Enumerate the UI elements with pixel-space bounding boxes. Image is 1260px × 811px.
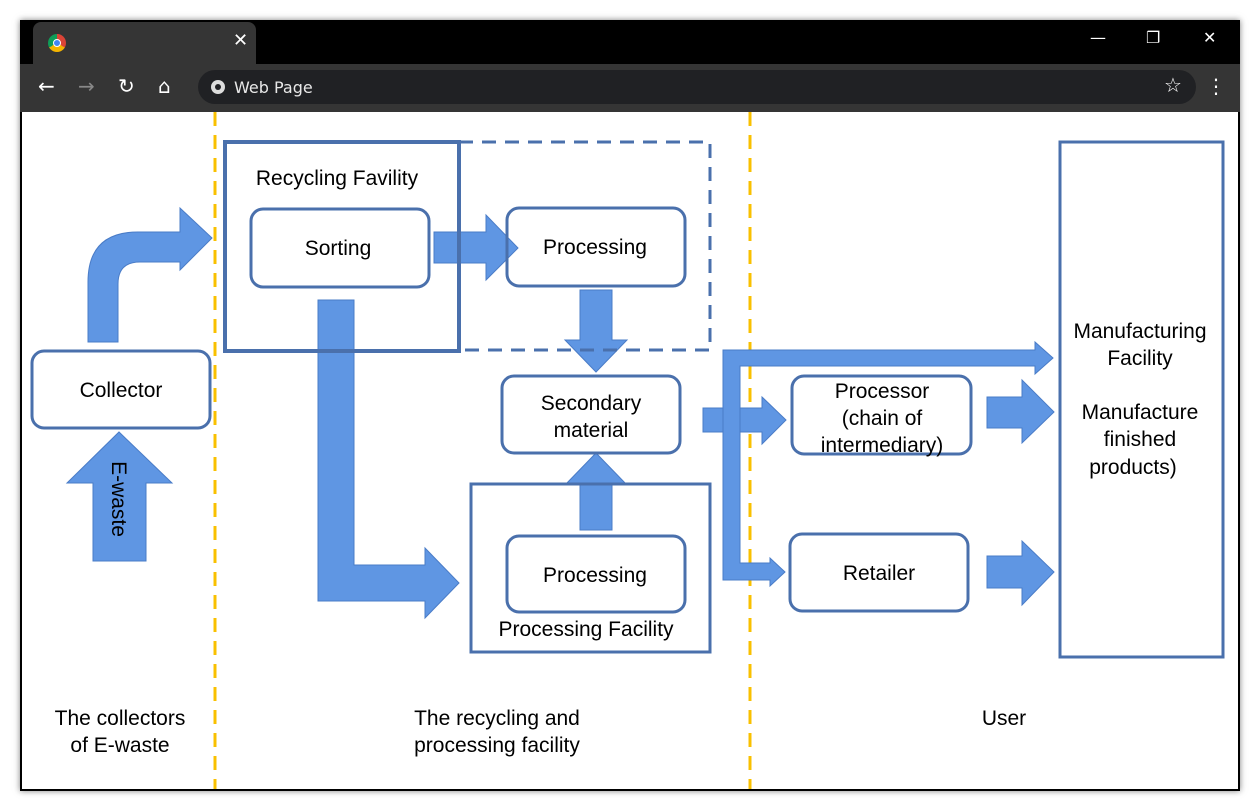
processing-facility-label: Processing Facility <box>498 618 674 641</box>
sorting-label: Sorting <box>305 237 372 260</box>
manufacturing-label: finished <box>1104 428 1176 451</box>
sorting-to-processing-arrow <box>433 213 519 282</box>
manufacturing-label: Manufacture <box>1082 401 1199 424</box>
processing-to-secondary-arrow <box>563 289 629 373</box>
processing-bottom-label: Processing <box>543 564 647 587</box>
collector-to-recycling-arrow <box>87 206 213 343</box>
processor-label: Processor <box>835 380 930 403</box>
processing-facility-to-secondary-arrow <box>563 452 629 531</box>
column-label-collectors: of E-waste <box>70 734 169 757</box>
secondary-label: material <box>554 419 629 442</box>
processor-to-manufacturing-arrow <box>986 378 1055 445</box>
manufacturing-label: Manufacturing <box>1073 320 1206 343</box>
column-label-recycling: processing facility <box>414 734 580 757</box>
manufacturing-facility-box <box>1058 140 1225 659</box>
manufacturing-label: Facility <box>1107 347 1173 370</box>
diagram: Recycling Favility Sorting Processing Se… <box>30 112 1225 789</box>
ewaste-label: E-waste <box>107 461 130 537</box>
processor-label: (chain of <box>842 407 923 430</box>
column-label-collectors: The collectors <box>55 707 186 730</box>
secondary-label: Secondary <box>541 392 642 415</box>
sorting-to-processing-facility-arrow <box>317 299 460 620</box>
processing-top-label: Processing <box>543 236 647 259</box>
manufacturing-label: products) <box>1089 456 1177 479</box>
distribution-arrows <box>722 340 1054 588</box>
retailer-to-manufacturing-arrow <box>986 539 1055 607</box>
secondary-to-user-arrow <box>702 395 787 446</box>
collector-label: Collector <box>80 379 163 402</box>
retailer-label: Retailer <box>843 562 915 585</box>
processor-label: intermediary) <box>821 434 944 457</box>
column-label-user: User <box>982 707 1026 730</box>
recycling-facility-label: Recycling Favility <box>256 167 419 190</box>
column-label-recycling: The recycling and <box>414 707 580 730</box>
